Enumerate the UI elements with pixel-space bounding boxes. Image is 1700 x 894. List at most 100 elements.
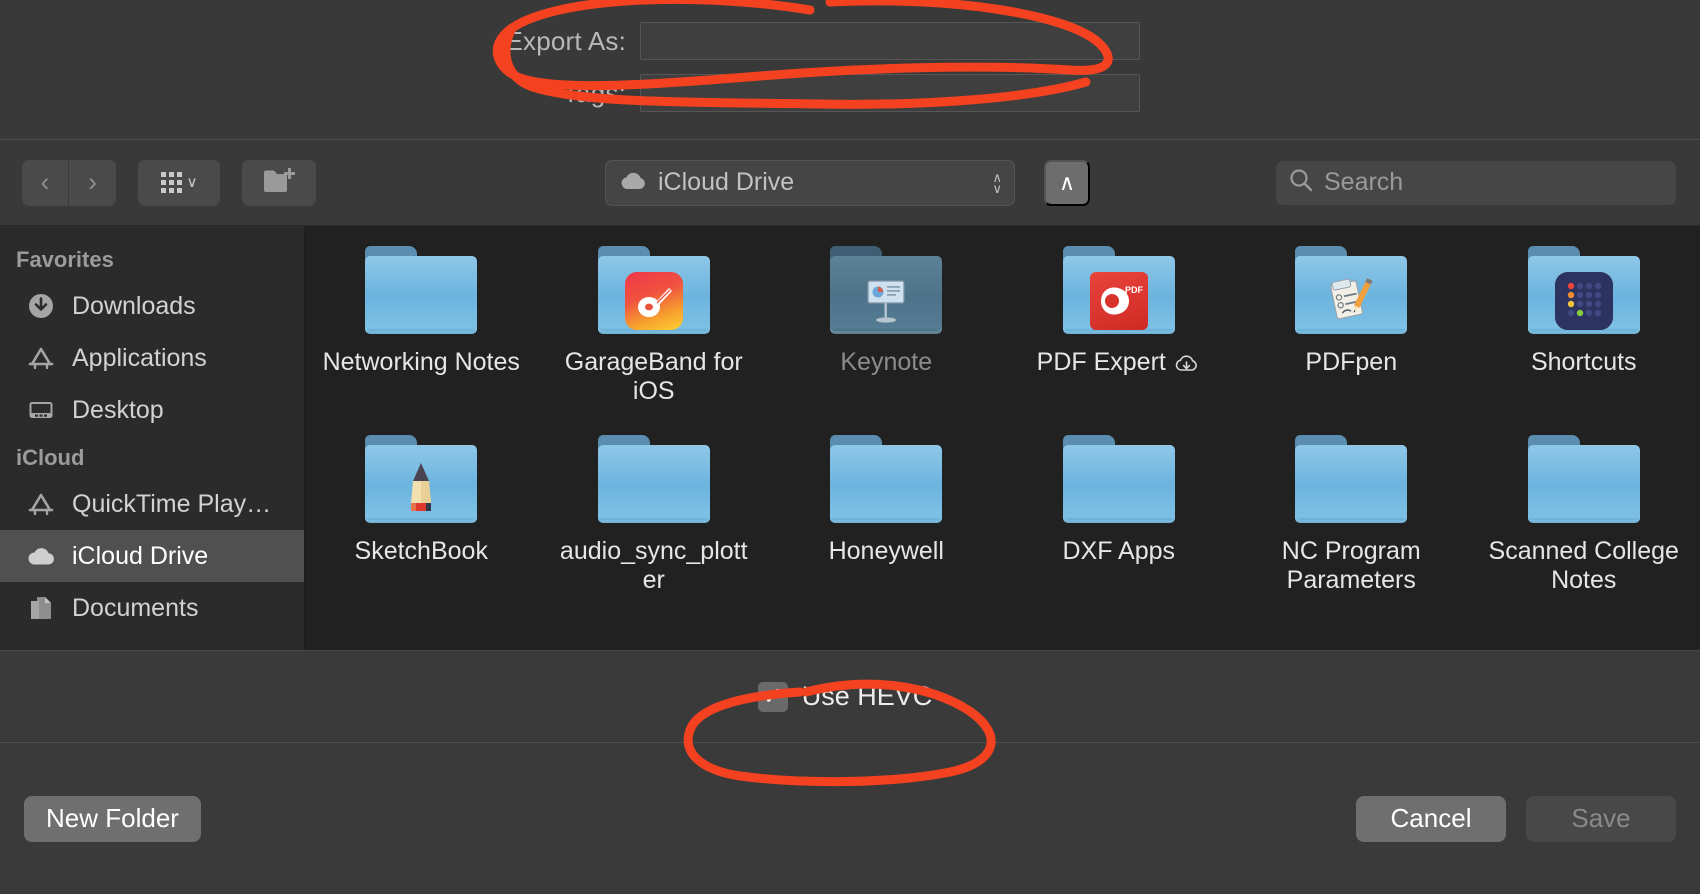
keynote-badge-icon — [857, 272, 915, 330]
stepper-down-glyph: ∨ — [992, 180, 1002, 196]
search-field[interactable] — [1276, 160, 1676, 205]
file-item[interactable]: Shortcuts — [1468, 246, 1700, 407]
export-as-field[interactable] — [640, 22, 1140, 60]
folder-icon — [597, 434, 710, 523]
search-input[interactable] — [1324, 168, 1664, 197]
export-as-input[interactable] — [641, 23, 1139, 59]
folder-icon — [1295, 246, 1408, 334]
applications-icon — [26, 343, 56, 373]
view-options-button[interactable]: ∨ — [138, 159, 220, 206]
file-item[interactable]: GarageBand for iOS — [538, 246, 771, 407]
applications-icon — [26, 489, 56, 519]
cloud-icon — [618, 170, 648, 196]
sidebar-item-quicktime-player[interactable]: QuickTime Play… — [0, 478, 304, 530]
svg-text:PDF: PDF — [1125, 285, 1144, 295]
sidebar-item-icloud-drive[interactable]: iCloud Drive — [0, 530, 304, 582]
tags-row: Tags: — [0, 74, 1700, 112]
file-label: GarageBand for iOS — [564, 348, 743, 406]
file-label: SketchBook — [354, 536, 488, 565]
file-label: Shortcuts — [1530, 348, 1637, 376]
documents-icon — [26, 593, 56, 623]
file-item[interactable]: Honeywell — [770, 434, 1003, 596]
sidebar-item-downloads[interactable]: Downloads — [0, 280, 304, 332]
file-label: Scanned College Notes — [1488, 536, 1679, 594]
sidebar-item-label: Desktop — [72, 395, 164, 424]
folder-icon: PDF — [1062, 246, 1175, 334]
name-fields-panel: Export As: Tags: — [0, 0, 1700, 140]
sidebar-item-label: QuickTime Play… — [72, 489, 272, 518]
save-export-dialog: Export As: Tags: ‹ › ∨ iCloud Drive ∧ ∨ … — [0, 0, 1700, 894]
tags-field[interactable] — [640, 74, 1140, 112]
file-item[interactable]: PDF PDF Expert — [1003, 246, 1236, 407]
chevron-left-icon: ‹ — [40, 167, 50, 197]
save-button: Save — [1526, 795, 1676, 842]
folder-icon — [1527, 434, 1640, 523]
file-grid: Networking Notes GarageBand for iOS Keyn… — [305, 246, 1700, 595]
back-button[interactable]: ‹ — [22, 159, 69, 206]
stepper-icon: ∧ ∨ — [992, 171, 1002, 196]
browser-body: Favorites Downloads Applications Desktop… — [0, 226, 1700, 650]
forward-button[interactable]: › — [69, 159, 116, 206]
folder-icon — [830, 434, 943, 523]
tags-label: Tags: — [562, 77, 626, 108]
file-item[interactable]: Networking Notes — [305, 246, 538, 407]
file-label: Networking Notes — [322, 348, 520, 376]
folder-icon — [1295, 434, 1408, 523]
sidebar: Favorites Downloads Applications Desktop… — [0, 226, 305, 650]
sidebar-item-desktop[interactable]: Desktop — [0, 384, 304, 436]
file-item[interactable]: NC Program Parameters — [1235, 434, 1468, 596]
tags-input[interactable] — [641, 75, 1139, 111]
new-folder-toolbar-button[interactable] — [242, 159, 316, 206]
sidebar-section-header-icloud: iCloud — [16, 445, 85, 470]
export-as-label: Export As: — [505, 25, 626, 56]
file-grid-area: Networking Notes GarageBand for iOS Keyn… — [305, 226, 1700, 650]
export-options-bar: ✓ Use HEVC — [0, 650, 1700, 742]
folder-icon — [1062, 434, 1175, 523]
pdfpen-badge-icon — [1322, 272, 1380, 330]
sidebar-item-label: Documents — [72, 593, 199, 622]
folder-icon — [365, 434, 478, 523]
folder-icon — [365, 246, 478, 334]
cancel-button[interactable]: Cancel — [1356, 795, 1506, 842]
file-label: DXF Apps — [1062, 536, 1176, 565]
file-label: NC Program Parameters — [1281, 536, 1421, 594]
checkmark-icon: ✓ — [762, 682, 783, 710]
desktop-icon — [26, 395, 56, 425]
file-item[interactable]: SketchBook — [305, 434, 538, 596]
file-label: PDF Expert — [1037, 348, 1201, 380]
sidebar-item-desktop-icloud[interactable]: Desktop — [0, 634, 304, 651]
cloud-icon — [26, 541, 56, 571]
file-item[interactable]: DXF Apps — [1003, 434, 1236, 596]
use-hevc-checkbox-row[interactable]: ✓ Use HEVC — [757, 681, 932, 712]
grid-view-icon — [160, 172, 182, 193]
location-popup-button[interactable]: iCloud Drive ∧ ∨ — [605, 159, 1015, 206]
location-label: iCloud Drive — [658, 168, 795, 196]
folder-icon — [597, 246, 710, 334]
sidebar-item-label: Downloads — [72, 291, 196, 320]
folder-icon — [830, 246, 943, 334]
export-as-row: Export As: — [0, 22, 1700, 60]
folder-icon — [1527, 246, 1640, 334]
new-folder-button[interactable]: New Folder — [24, 795, 201, 842]
sidebar-item-label: iCloud Drive — [72, 541, 209, 570]
file-item[interactable]: audio_sync_plotter — [538, 434, 771, 596]
use-hevc-checkbox[interactable]: ✓ — [757, 681, 788, 712]
sidebar-item-documents[interactable]: Documents — [0, 582, 304, 634]
browser-toolbar: ‹ › ∨ iCloud Drive ∧ ∨ ∧ Search — [0, 140, 1700, 226]
file-label-text: PDF Expert — [1036, 348, 1166, 376]
new-folder-icon — [262, 166, 296, 199]
file-item[interactable]: Keynote — [770, 246, 1003, 407]
sidebar-item-applications[interactable]: Applications — [0, 332, 304, 384]
sketchbook-badge-icon — [392, 461, 450, 519]
downloads-icon — [26, 291, 56, 321]
collapse-panel-button[interactable]: ∧ — [1044, 159, 1090, 206]
pdf-expert-badge-icon: PDF — [1089, 272, 1148, 330]
search-icon — [1288, 167, 1314, 198]
icloud-download-icon — [1173, 351, 1201, 380]
file-item[interactable]: PDFpen — [1235, 246, 1468, 407]
garageband-badge-icon — [624, 272, 683, 330]
shortcuts-badge-icon — [1554, 272, 1613, 330]
file-label: Honeywell — [828, 536, 944, 565]
file-item[interactable]: Scanned College Notes — [1468, 434, 1700, 596]
file-label: PDFpen — [1305, 348, 1398, 376]
